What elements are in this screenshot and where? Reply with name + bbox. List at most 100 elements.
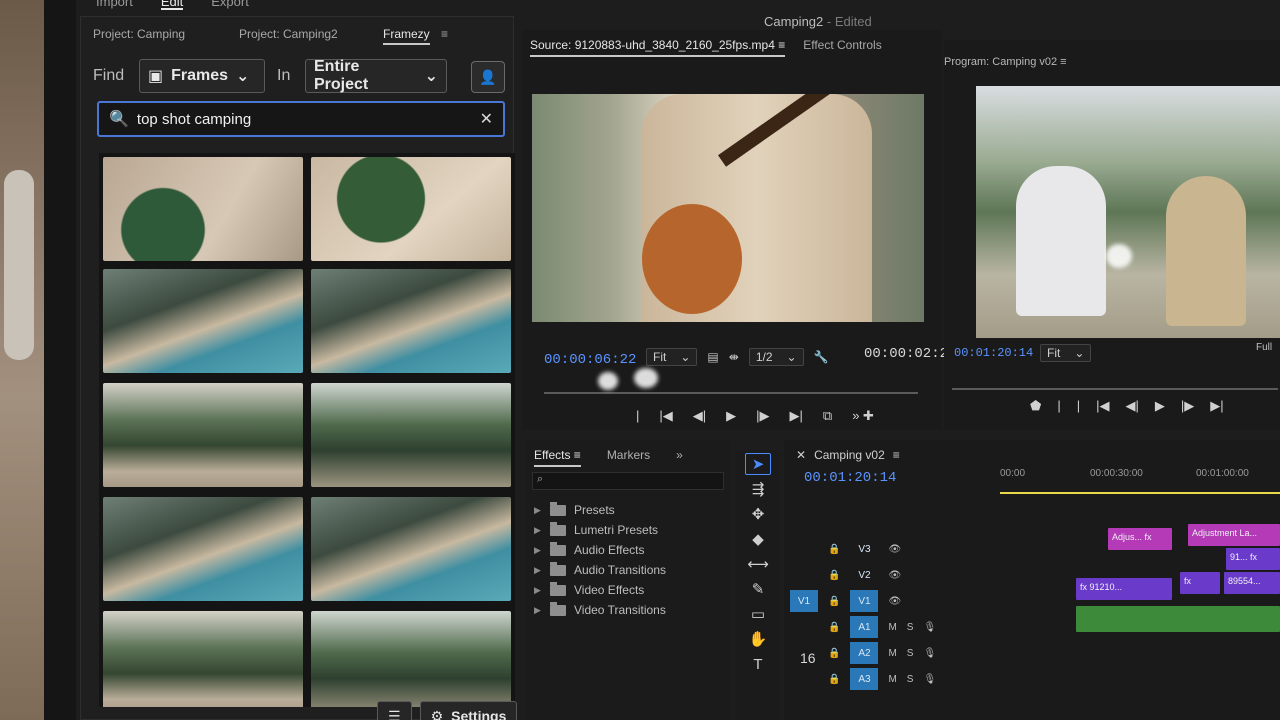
lock-icon[interactable]: 🔒 [828,622,840,633]
mute-button[interactable]: M [888,648,896,659]
mark-in-icon[interactable]: | [1057,398,1060,414]
hand-tool-icon[interactable]: ✋ [745,628,771,650]
timeline-clip[interactable]: 89554... [1224,572,1280,594]
timeline-clip[interactable]: Adjus... fx [1108,528,1172,550]
mark-out-icon[interactable]: | [1077,398,1080,414]
source-timecode-in[interactable]: 00:00:06:22 [544,352,636,368]
audio-clip[interactable] [1076,606,1280,632]
go-to-out-icon[interactable]: ▶| [790,408,803,424]
insert-icon[interactable]: ⧉ [823,408,832,424]
solo-button[interactable]: S [907,648,914,659]
play-icon[interactable]: ▶ [726,408,736,424]
menu-import[interactable]: Import [96,0,133,10]
settings-button[interactable]: ⚙ Settings [419,701,518,720]
track-label[interactable]: V1 [850,590,879,612]
track-label[interactable]: V3 [850,538,878,560]
play-icon[interactable]: ▶ [1155,398,1165,414]
search-field[interactable]: 🔍 ✕ [97,101,505,137]
step-forward-icon[interactable]: |▶ [1181,398,1194,414]
source-resolution-dropdown[interactable]: 1/2 ⌄ [748,348,804,366]
program-timecode[interactable]: 00:01:20:14 [954,346,1033,360]
tab-program[interactable]: Program: Camping v02 ≡ [944,56,1067,68]
effects-item-lumetri-presets[interactable]: ▶ Lumetri Presets [534,520,666,540]
split-icon[interactable]: ⇼ [729,350,739,364]
result-thumbnail[interactable] [311,497,511,601]
source-fit-dropdown[interactable]: Fit ⌄ [646,348,698,366]
timeline-clip[interactable]: 91... fx [1226,548,1280,570]
result-thumbnail[interactable] [311,383,511,487]
solo-button[interactable]: S [907,622,914,633]
mic-icon[interactable]: 🎙 [923,674,936,685]
lock-icon[interactable]: 🔒 [828,570,840,581]
more-icon[interactable]: » ✚ [852,408,874,424]
solo-button[interactable]: S [907,674,914,685]
go-to-in-icon[interactable]: |◀ [659,408,672,424]
close-icon[interactable]: ✕ [796,448,806,462]
tab-effects[interactable]: Effects ≡ [534,448,581,467]
program-fit-dropdown[interactable]: Fit ⌄ [1040,344,1092,362]
mark-in-icon[interactable]: | [636,408,639,424]
marker-icon[interactable]: ⬟ [1030,398,1041,414]
source-scrubber[interactable] [544,392,918,394]
timeline-clip[interactable]: Adjustment La... [1188,524,1280,546]
go-to-in-icon[interactable]: |◀ [1096,398,1109,414]
find-type-dropdown[interactable]: ▣ Frames ⌄ [139,59,265,93]
track-label[interactable]: V2 [850,564,878,586]
step-back-icon[interactable]: ◀| [693,408,706,424]
program-resolution[interactable]: Full [1256,342,1272,353]
mute-button[interactable]: M [888,674,896,685]
tab-project-camping[interactable]: Project: Camping [93,27,185,41]
lock-icon[interactable]: 🔒 [828,544,840,555]
mic-icon[interactable]: 🎙 [923,622,936,633]
slip-tool-icon[interactable]: ⟷ [745,553,771,575]
timeline-tab[interactable]: ✕ Camping v02 ≡ [796,448,900,462]
result-thumbnail[interactable] [311,611,511,707]
ripple-edit-tool-icon[interactable]: ✥ [745,503,771,525]
result-thumbnail[interactable] [311,157,511,261]
track-label[interactable]: A2 [850,642,879,664]
tab-effect-controls[interactable]: Effect Controls [803,38,881,57]
step-forward-icon[interactable]: |▶ [756,408,769,424]
result-thumbnail[interactable] [311,269,511,373]
result-thumbnail[interactable] [103,157,303,261]
add-person-button[interactable]: 👤 [471,61,505,93]
mute-button[interactable]: M [888,622,896,633]
track-label[interactable]: A1 [850,616,879,638]
type-tool-icon[interactable]: T [745,653,771,675]
effects-item-video-effects[interactable]: ▶ Video Effects [534,580,666,600]
list-view-button[interactable]: ☰ [377,701,412,720]
panel-overflow-icon[interactable]: » [676,448,683,467]
program-scrubber[interactable] [952,388,1278,390]
tab-markers[interactable]: Markers [607,448,650,467]
selection-tool-icon[interactable]: ➤ [745,453,771,475]
rectangle-tool-icon[interactable]: ▭ [745,603,771,625]
menu-edit[interactable]: Edit [160,0,184,10]
effects-item-video-transitions[interactable]: ▶ Video Transitions [534,600,666,620]
tab-source[interactable]: Source: 9120883-uhd_3840_2160_25fps.mp4 … [530,38,786,57]
timeline-timecode[interactable]: 00:01:20:14 [804,470,896,486]
track-select-tool-icon[interactable]: ⇶ [745,478,771,500]
result-thumbnail[interactable] [103,497,303,601]
pen-tool-icon[interactable]: ✎ [745,578,771,600]
tab-framezy[interactable]: Framezy [383,27,430,45]
effects-item-presets[interactable]: ▶ Presets [534,500,666,520]
mic-icon[interactable]: 🎙 [923,648,936,659]
search-input[interactable] [136,110,457,128]
result-thumbnail[interactable] [103,611,303,707]
step-back-icon[interactable]: ◀| [1125,398,1138,414]
scope-dropdown[interactable]: Entire Project ⌄ [305,58,447,93]
razor-tool-icon[interactable]: ◆ [745,528,771,550]
lock-icon[interactable]: 🔒 [828,596,840,607]
menu-export[interactable]: Export [211,0,249,10]
result-thumbnail[interactable] [103,269,303,373]
timeline-clip[interactable]: fx 91210... [1076,578,1172,600]
eye-icon[interactable]: 👁 [888,596,901,607]
go-to-out-icon[interactable]: ▶| [1210,398,1223,414]
track-label[interactable]: A3 [850,668,879,690]
timeline-clip[interactable]: fx [1180,572,1220,594]
lock-icon[interactable]: 🔒 [828,674,840,685]
wrench-icon[interactable]: 🔧 [814,350,829,364]
eye-icon[interactable]: 👁 [888,544,901,555]
eye-icon[interactable]: 👁 [888,570,901,581]
source-patch[interactable]: V1 [790,590,818,612]
